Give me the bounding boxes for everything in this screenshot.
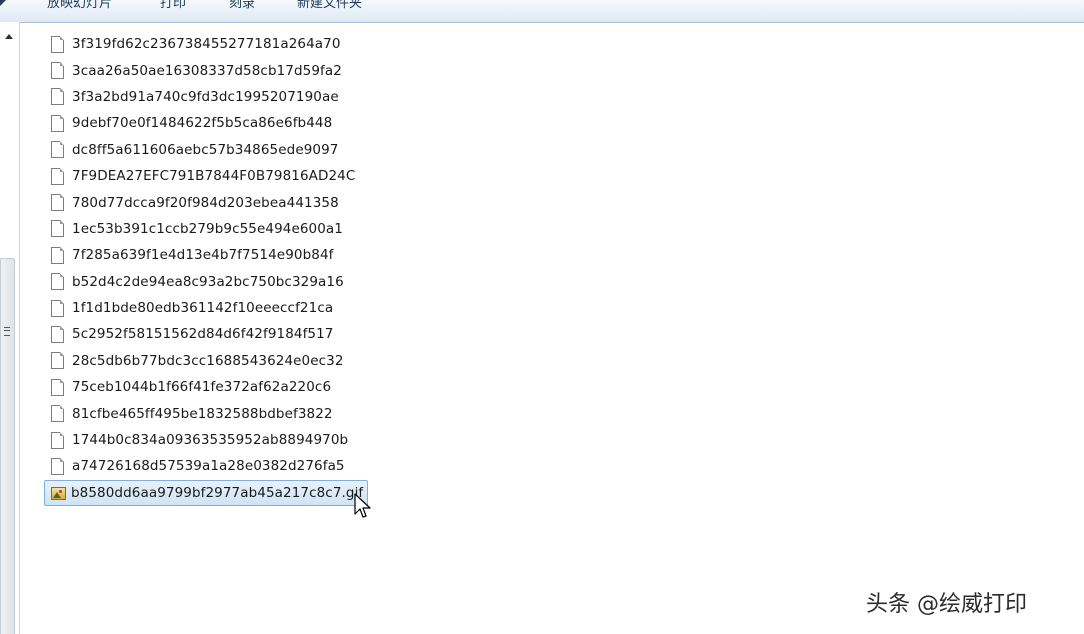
file-item-selected[interactable]: b8580dd6aa9799bf2977ab45a217c8c7.gif xyxy=(44,479,369,507)
document-icon xyxy=(51,246,64,264)
file-item[interactable]: 81cfbe465ff495be1832588bdbef3822 xyxy=(44,400,368,426)
watermark-text: 头条 @绘威打印 xyxy=(866,592,1027,617)
file-name-label: 7f285a639f1e4d13e4b7f7514e90b84f xyxy=(72,247,334,264)
file-item[interactable]: 5c2952f58151562d84d6f42f9184f517 xyxy=(44,321,368,347)
document-icon xyxy=(51,35,64,53)
file-item[interactable]: 7f285a639f1e4d13e4b7f7514e90b84f xyxy=(44,242,368,268)
file-item[interactable]: 3f319fd62c236738455277181a264a70 xyxy=(44,31,368,57)
file-list: 3f319fd62c236738455277181a264a70 3caa26a5… xyxy=(44,31,369,507)
new-folder-button[interactable]: 新建文件夹 xyxy=(297,0,362,11)
document-icon xyxy=(51,299,64,317)
file-name-label: 28c5db6b77bdc3cc1688543624e0ec32 xyxy=(72,352,344,369)
document-icon xyxy=(51,62,64,80)
print-button[interactable]: 打印 xyxy=(160,0,186,11)
file-name-label: 780d77dcca9f20f984d203ebea441358 xyxy=(72,194,339,211)
file-name-label: 7F9DEA27EFC791B7844F0B79816AD24C xyxy=(72,168,356,185)
document-icon xyxy=(51,273,64,291)
file-name-label: a74726168d57539a1a28e0382d276fa5 xyxy=(72,458,345,475)
file-name-label: dc8ff5a611606aebc57b34865ede9097 xyxy=(72,141,339,158)
document-icon xyxy=(51,405,64,423)
document-icon xyxy=(51,194,64,212)
file-item[interactable]: 1744b0c834a09363535952ab8894970b xyxy=(44,427,368,453)
file-item[interactable]: 3f3a2bd91a740c9fd3dc1995207190ae xyxy=(44,84,368,110)
file-name-label: 3caa26a50ae16308337d58cb17d59fa2 xyxy=(72,62,342,79)
document-icon xyxy=(51,352,64,370)
document-icon xyxy=(51,220,64,238)
file-name-label: 1f1d1bde80edb361142f10eeeccf21ca xyxy=(72,300,334,317)
document-icon xyxy=(51,167,64,185)
document-icon xyxy=(51,431,64,449)
file-name-label: 3f3a2bd91a740c9fd3dc1995207190ae xyxy=(72,88,339,105)
image-file-icon xyxy=(51,485,66,501)
burn-button[interactable]: 刻录 xyxy=(229,0,255,11)
file-name-label: 9debf70e0f1484622f5b5ca86e6fb448 xyxy=(72,115,333,132)
toolbar: 放映幻灯片 打印 刻录 新建文件夹 xyxy=(0,0,1084,23)
file-name-label: 81cfbe465ff495be1832588bdbef3822 xyxy=(72,405,333,422)
document-icon xyxy=(51,141,64,159)
file-name-label: b8580dd6aa9799bf2977ab45a217c8c7.gif xyxy=(71,484,364,501)
file-item[interactable]: 1f1d1bde80edb361142f10eeeccf21ca xyxy=(44,295,368,321)
document-icon xyxy=(51,457,64,475)
file-name-label: 75ceb1044b1f66f41fe372af62a220c6 xyxy=(72,379,332,396)
file-item[interactable]: 1ec53b391c1ccb279b9c55e494e600a1 xyxy=(44,216,368,242)
document-icon xyxy=(51,378,64,396)
mouse-cursor-icon xyxy=(354,493,371,518)
file-explorer-window: 放映幻灯片 打印 刻录 新建文件夹 3f319fd62c236738455277… xyxy=(0,0,1084,634)
file-item[interactable]: dc8ff5a611606aebc57b34865ede9097 xyxy=(44,137,368,163)
document-icon xyxy=(51,88,64,106)
file-name-label: 3f319fd62c236738455277181a264a70 xyxy=(72,36,341,53)
navigation-pane xyxy=(0,22,20,634)
file-item[interactable]: 75ceb1044b1f66f41fe372af62a220c6 xyxy=(44,374,368,400)
file-item[interactable]: b52d4c2de94ea8c93a2bc750bc329a16 xyxy=(44,269,368,295)
file-item[interactable]: 28c5db6b77bdc3cc1688543624e0ec32 xyxy=(44,348,368,374)
file-name-label: 1ec53b391c1ccb279b9c55e494e600a1 xyxy=(72,220,343,237)
file-item[interactable]: 7F9DEA27EFC791B7844F0B79816AD24C xyxy=(44,163,368,189)
file-name-label: 5c2952f58151562d84d6f42f9184f517 xyxy=(72,326,334,343)
scrollbar-grip-icon[interactable] xyxy=(4,327,10,336)
document-icon xyxy=(51,325,64,343)
document-icon xyxy=(51,114,64,132)
file-item[interactable]: a74726168d57539a1a28e0382d276fa5 xyxy=(44,453,368,479)
file-item[interactable]: 780d77dcca9f20f984d203ebea441358 xyxy=(44,189,368,215)
file-item[interactable]: 9debf70e0f1484622f5b5ca86e6fb448 xyxy=(44,110,368,136)
file-item[interactable]: 3caa26a50ae16308337d58cb17d59fa2 xyxy=(44,57,368,83)
back-arrow-icon[interactable] xyxy=(0,0,6,6)
slideshow-button[interactable]: 放映幻灯片 xyxy=(47,0,112,11)
file-name-label: 1744b0c834a09363535952ab8894970b xyxy=(72,432,349,449)
navigation-scrollbar-thumb[interactable] xyxy=(0,258,15,634)
file-name-label: b52d4c2de94ea8c93a2bc750bc329a16 xyxy=(72,273,344,290)
scroll-up-arrow-icon[interactable] xyxy=(5,34,13,39)
